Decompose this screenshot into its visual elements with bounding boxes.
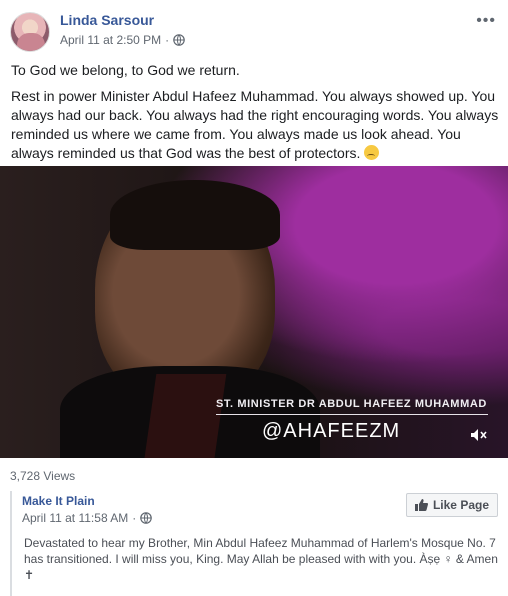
post-meta: April 11 at 2:50 PM · [60, 33, 185, 47]
like-page-label: Like Page [432, 498, 489, 512]
globe-icon[interactable] [140, 512, 153, 524]
video-handle: @AHAFEEZM [262, 420, 401, 442]
thumbs-up-icon [414, 499, 428, 511]
video-caption-divider [216, 414, 488, 415]
post-text-line-2: Rest in power Minister Abdul Hafeez Muha… [11, 88, 499, 161]
sad-face-emoji-icon [364, 145, 380, 160]
post-body: To God we belong, to God we return. Rest… [11, 61, 499, 170]
shared-post: Make It Plain April 11 at 11:58 AM · Lik… [10, 491, 498, 596]
post-text-line-1: To God we belong, to God we return. [11, 62, 240, 78]
like-page-button[interactable]: Like Page [405, 493, 498, 517]
video-subject-hair [110, 180, 280, 250]
author-name[interactable]: Linda Sarsour [60, 12, 154, 28]
speaker-muted-icon[interactable] [470, 428, 488, 442]
post-text-paragraph: Rest in power Minister Abdul Hafeez Muha… [11, 87, 499, 163]
globe-icon[interactable] [173, 34, 185, 46]
shared-post-text: Devastated to hear my Brother, Min Abdul… [24, 536, 498, 582]
view-count: 3,728 Views [10, 469, 76, 483]
more-options-icon[interactable]: ••• [476, 12, 496, 30]
shared-post-meta: April 11 at 11:58 AM · [22, 511, 153, 525]
video-caption: ST. MINISTER DR ABDUL HAFEEZ MUHAMMAD [216, 398, 487, 410]
post-header: Linda Sarsour April 11 at 2:50 PM · ••• [10, 10, 498, 54]
avatar-veil-shape [17, 33, 45, 51]
shared-post-timestamp[interactable]: April 11 at 11:58 AM [22, 511, 128, 525]
shared-page-name[interactable]: Make It Plain [22, 494, 95, 508]
video-player[interactable]: ST. MINISTER DR ABDUL HAFEEZ MUHAMMAD @A… [0, 166, 508, 458]
meta-separator: · [132, 511, 137, 525]
video-subject-tie [143, 374, 227, 458]
post-timestamp[interactable]: April 11 at 2:50 PM [60, 33, 161, 47]
meta-separator: · [165, 33, 170, 47]
author-avatar[interactable] [10, 12, 50, 52]
